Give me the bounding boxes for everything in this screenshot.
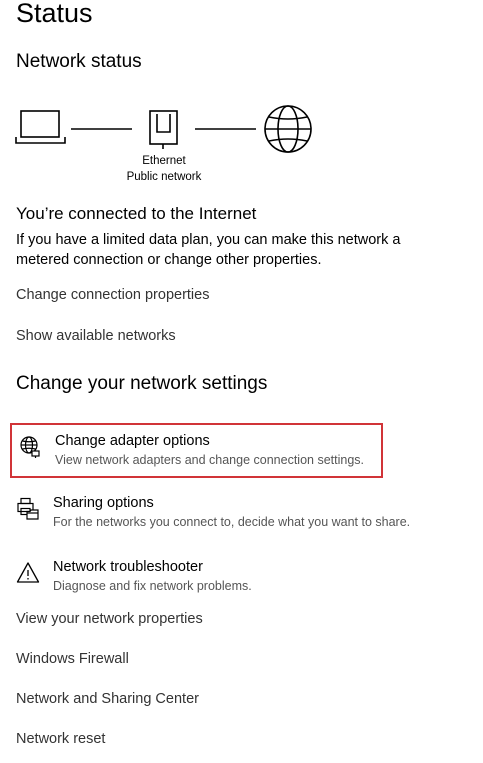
network-sharing-center-link[interactable]: Network and Sharing Center [16,689,199,709]
ethernet-caption: Ethernet Public network [110,153,218,185]
ethernet-port-icon [149,110,178,149]
change-adapter-options-description: View network adapters and change connect… [55,453,364,467]
network-status-heading: Network status [16,51,142,72]
adapter-name: Ethernet [142,155,186,167]
sharing-options-description: For the networks you connect to, decide … [53,515,411,529]
network-troubleshooter-description: Diagnose and fix network problems. [53,579,252,593]
view-network-properties-link[interactable]: View your network properties [16,609,203,629]
change-adapter-options-title: Change adapter options [55,433,210,449]
laptop-icon [15,110,66,144]
sharing-printer-icon [17,497,39,520]
show-available-networks-link[interactable]: Show available networks [16,326,176,346]
change-network-settings-heading: Change your network settings [16,373,268,394]
connection-status-description: If you have a limited data plan, you can… [16,232,401,268]
globe-adapter-icon [20,436,40,458]
sharing-options-title: Sharing options [53,495,154,511]
network-reset-link[interactable]: Network reset [16,729,105,749]
network-profile: Public network [126,171,202,183]
change-connection-properties-link[interactable]: Change connection properties [16,285,209,305]
page-title: Status [16,0,93,28]
connection-status-title: You’re connected to the Internet [16,204,257,223]
network-troubleshooter-title: Network troubleshooter [53,559,203,575]
globe-icon [264,105,312,153]
network-troubleshooter-item[interactable]: Network troubleshooter Diagnose and fix … [10,551,383,606]
warning-icon [16,562,40,583]
network-status-page: Status Network status Ethernet Public ne… [0,0,483,763]
change-adapter-options-item[interactable]: Change adapter options View network adap… [10,423,383,478]
network-diagram [15,105,312,153]
windows-firewall-link[interactable]: Windows Firewall [16,649,129,669]
sharing-options-item[interactable]: Sharing options For the networks you con… [10,487,410,542]
